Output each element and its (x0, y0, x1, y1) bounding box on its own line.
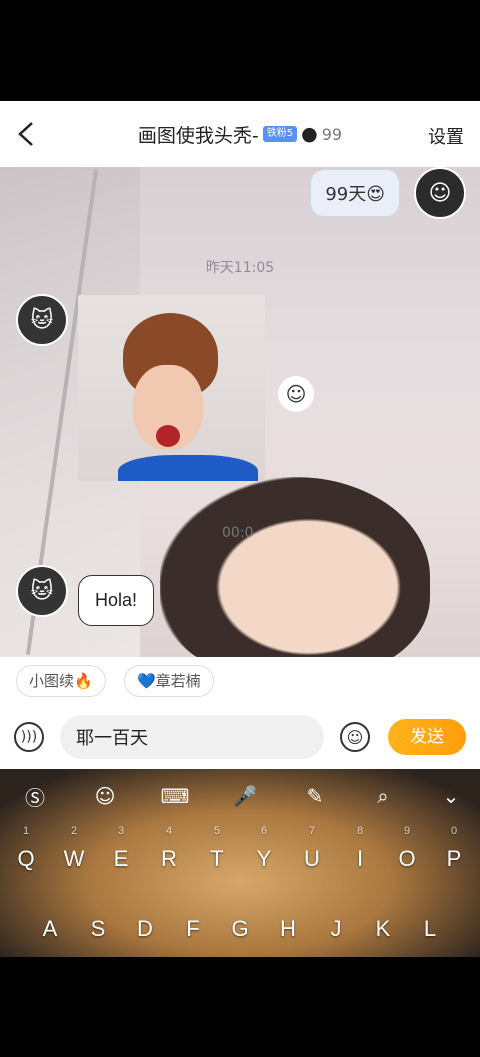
handwrite-icon[interactable]: ✎ (298, 779, 332, 813)
status-bar-area (0, 0, 480, 101)
key[interactable]: H (268, 909, 308, 949)
image-message[interactable] (78, 295, 265, 481)
vip-badge: 铁粉5 (262, 126, 298, 142)
key-label: P (446, 846, 462, 871)
key[interactable]: 1Q (6, 825, 46, 879)
emoji-icon[interactable]: ☺ (88, 779, 122, 813)
background-portrait (160, 477, 430, 657)
photo-mouth (156, 425, 180, 447)
key-num: 6 (260, 825, 268, 837)
smile-icon: ☺ (346, 727, 364, 747)
title-text: 画图使我头秃- (137, 124, 259, 147)
key-label: R (161, 846, 177, 871)
key-label: I (356, 846, 364, 871)
keyboard-icon[interactable]: ⌨ (158, 779, 192, 813)
page-title[interactable]: 画图使我头秃- 铁粉5 ● 99 (138, 121, 342, 148)
chat-header: 画图使我头秃- 铁粉5 ● 99 设置 (0, 101, 480, 167)
navigation-bar-area (0, 957, 480, 1057)
message-bubble-left[interactable]: Hola! (78, 575, 155, 626)
voice-button[interactable]: ))) (14, 722, 44, 752)
avatar-self[interactable]: ☺ (414, 167, 466, 219)
key-label: T (210, 846, 224, 871)
key[interactable]: 8I (340, 825, 380, 879)
search-icon[interactable]: ⌕ (366, 779, 400, 813)
key[interactable]: 9O (387, 825, 427, 879)
keyboard: Ⓢ ☺ ⌨ 🎤 ✎ ⌕ ⌄ 1Q 2W 3E 4R 5T 6Y 7U 8I 9O… (0, 769, 480, 957)
key-num: 8 (356, 825, 364, 837)
send-button[interactable]: 发送 (388, 719, 466, 755)
quick-reply-chip[interactable]: 💙章若楠 (124, 665, 214, 697)
quick-replies: 小图续🔥 💙章若楠 (0, 657, 480, 705)
title-count: 99 (321, 124, 343, 144)
key-num: 4 (165, 825, 173, 837)
key-num: 0 (450, 825, 458, 837)
key[interactable]: K (363, 909, 403, 949)
key[interactable]: 5T (197, 825, 237, 879)
key[interactable]: 0P (434, 825, 474, 879)
fire-icon: ● (301, 123, 318, 145)
key[interactable]: F (173, 909, 213, 949)
avatar-friend[interactable]: 🐱 (16, 294, 68, 346)
key[interactable]: 6Y (244, 825, 284, 879)
key-num: 9 (403, 825, 411, 837)
key[interactable]: J (316, 909, 356, 949)
key[interactable]: 3E (101, 825, 141, 879)
message-input[interactable] (60, 715, 324, 759)
key[interactable]: G (220, 909, 260, 949)
key[interactable]: 4R (149, 825, 189, 879)
key[interactable]: 7U (292, 825, 332, 879)
key[interactable]: 2W (54, 825, 94, 879)
key-label: Q (17, 846, 35, 871)
keyboard-row-2: A S D F G H J K L (0, 909, 480, 949)
timestamp-2: 00:0 (222, 525, 254, 541)
key-label: E (113, 846, 129, 871)
key-num: 1 (22, 825, 30, 837)
key[interactable]: L (410, 909, 450, 949)
timestamp: 昨天11:05 (205, 260, 275, 276)
quick-reply-chip[interactable]: 小图续🔥 (16, 665, 106, 697)
key-label: Y (256, 846, 272, 871)
key-label: W (63, 846, 85, 871)
key-num: 2 (70, 825, 78, 837)
keyboard-row-1: 1Q 2W 3E 4R 5T 6Y 7U 8I 9O 0P (0, 825, 480, 879)
key[interactable]: S (78, 909, 118, 949)
sogou-icon[interactable]: Ⓢ (18, 779, 52, 813)
key-num: 3 (117, 825, 125, 837)
mic-icon[interactable]: 🎤 (228, 779, 262, 813)
emoji-button[interactable]: ☺ (340, 722, 370, 752)
chat-area[interactable]: ☺ 99天😍 昨天11:05 🐱 (0, 167, 480, 657)
sound-wave-icon: ))) (20, 729, 38, 745)
settings-button[interactable]: 设置 (428, 123, 464, 149)
key-label: O (398, 846, 416, 871)
smile-icon[interactable]: ☺ (278, 376, 314, 412)
collapse-icon[interactable]: ⌄ (434, 779, 468, 813)
chevron-left-icon (18, 122, 33, 146)
key-num: 5 (213, 825, 221, 837)
key[interactable]: A (30, 909, 70, 949)
message-bubble-right[interactable]: 99天😍 (310, 169, 400, 217)
key-label: U (304, 846, 320, 871)
key[interactable]: D (125, 909, 165, 949)
photo-shirt (118, 455, 258, 481)
keyboard-toolbar: Ⓢ ☺ ⌨ 🎤 ✎ ⌕ ⌄ (0, 779, 480, 815)
back-button[interactable] (12, 119, 42, 149)
avatar-friend-2[interactable]: 🐱 (16, 565, 68, 617)
key-num: 7 (308, 825, 316, 837)
input-bar: ))) ☺ 发送 (0, 705, 480, 769)
